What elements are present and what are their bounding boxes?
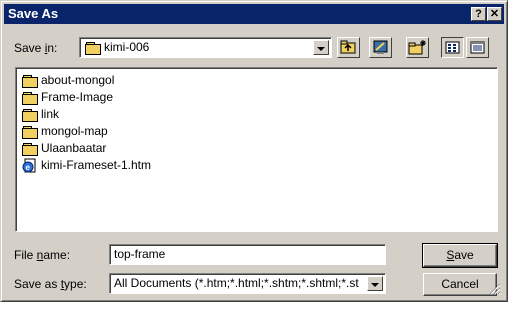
close-icon: ✕ (489, 8, 500, 20)
dialog-title: Save As (8, 6, 59, 21)
new-folder-button[interactable] (406, 37, 429, 58)
title-bar: Save As ? ✕ (4, 4, 504, 24)
folder-icon (22, 126, 38, 139)
resize-grip-icon[interactable] (489, 283, 501, 295)
new-folder-icon (408, 40, 426, 55)
save-in-label: Save in: (14, 41, 58, 55)
save-as-dialog: Save As ? ✕ Save in: kimi-006 about-mong… (0, 0, 508, 302)
close-button[interactable]: ✕ (487, 7, 502, 21)
chevron-down-icon[interactable] (367, 276, 383, 291)
folder-icon (22, 92, 38, 105)
save-in-value: kimi-006 (104, 40, 150, 54)
chevron-down-icon[interactable] (313, 40, 329, 55)
desktop-icon (373, 40, 388, 54)
help-icon: ? (475, 8, 482, 20)
cancel-button[interactable]: Cancel (423, 273, 497, 296)
save-as-type-combo[interactable]: All Documents (*.htm;*.html;*.shtm;*.sht… (109, 273, 386, 294)
up-one-level-button[interactable] (337, 37, 360, 58)
details-view-icon (470, 41, 485, 54)
file-name-label: File name: (14, 248, 71, 262)
desktop-button[interactable] (369, 37, 392, 58)
save-as-type-label: Save as type: (14, 277, 87, 291)
list-view-button[interactable] (441, 37, 464, 58)
folder-icon (22, 143, 38, 156)
folder-icon (85, 42, 101, 55)
folder-icon (22, 109, 38, 122)
save-button[interactable]: Save (422, 243, 498, 268)
svg-text:e: e (26, 163, 31, 172)
html-document-icon: e (22, 158, 36, 173)
folder-icon (22, 75, 38, 88)
save-in-combo[interactable]: kimi-006 (79, 37, 332, 58)
up-one-level-icon (340, 40, 356, 54)
file-name-field[interactable]: top-frame (109, 244, 386, 265)
file-list[interactable]: about-mongol Frame-Image link mongol-map… (15, 67, 498, 232)
list-view-icon (445, 41, 460, 54)
details-view-button[interactable] (466, 37, 489, 58)
help-button[interactable]: ? (471, 7, 486, 21)
